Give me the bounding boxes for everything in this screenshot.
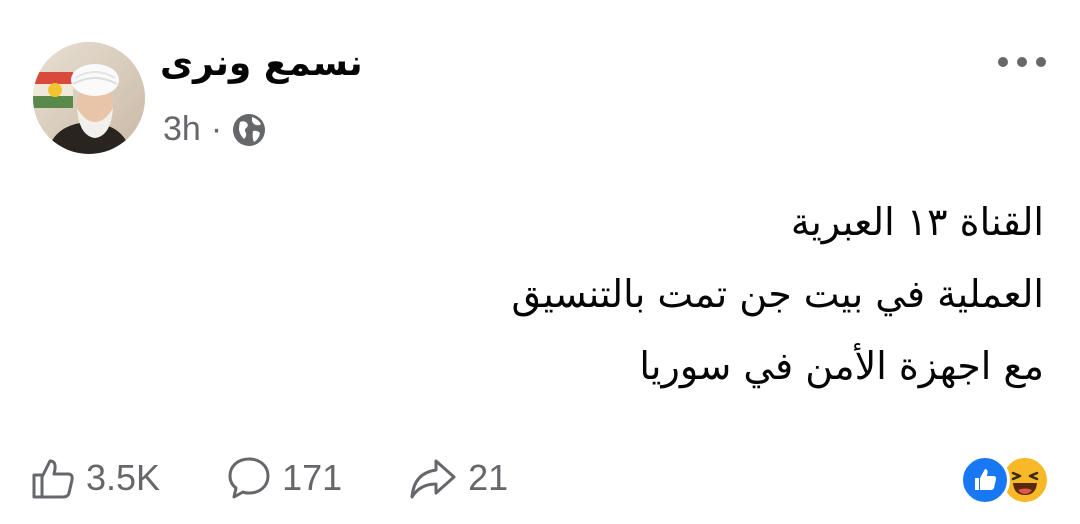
post-text-line: القناة ١٣ العبرية — [790, 200, 1044, 244]
comment-count: 171 — [282, 457, 343, 498]
post-text: القناة ١٣ العبرية العملية في بيت جن تمت … — [364, 186, 1044, 402]
like-count: 3.5K — [86, 457, 161, 498]
reactions-summary[interactable] — [960, 455, 1050, 505]
share-arrow-icon — [410, 459, 456, 499]
post-card: نسمع ونرى 3h · القناة ١٣ العبرية العملية… — [0, 0, 1080, 524]
post-time[interactable]: 3h — [163, 110, 201, 149]
meta-separator: · — [210, 110, 223, 148]
like-button[interactable]: 3.5K — [30, 455, 160, 501]
more-dots-icon — [998, 57, 1046, 67]
post-meta: 3h · — [163, 110, 266, 149]
comment-button[interactable]: 171 — [226, 455, 342, 501]
like-reaction-icon — [960, 455, 1010, 505]
comment-bubble-icon — [228, 457, 270, 499]
share-button[interactable]: 21 — [408, 455, 508, 501]
globe-icon[interactable] — [232, 113, 266, 147]
post-text-line: مع اجهزة الأمن في سوريا — [639, 344, 1044, 388]
avatar[interactable] — [33, 42, 145, 154]
post-actions: 3.5K 171 21 — [30, 455, 574, 501]
thumbs-up-icon — [32, 459, 74, 499]
more-options-button[interactable] — [992, 44, 1052, 80]
post-text-line: العملية في بيت جن تمت بالتنسيق — [511, 272, 1044, 316]
share-count: 21 — [468, 457, 509, 498]
avatar-image — [33, 42, 145, 154]
author-name[interactable]: نسمع ونرى — [160, 44, 363, 84]
